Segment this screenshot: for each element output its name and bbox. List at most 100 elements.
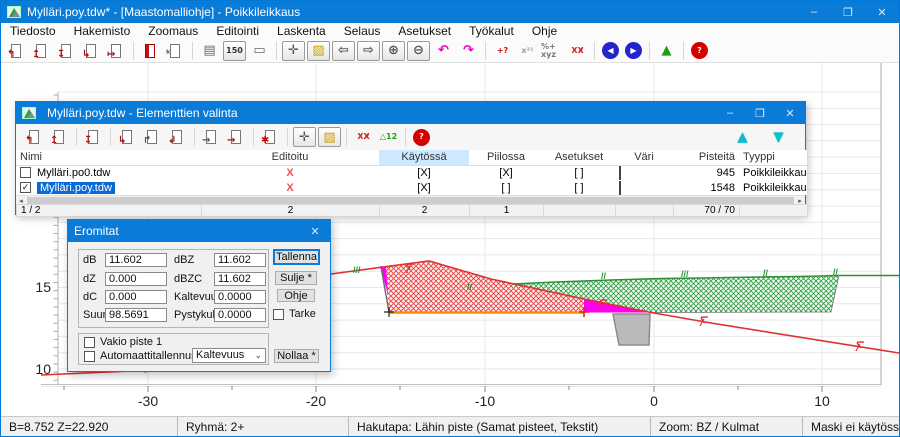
row2-checkbox[interactable]: ✓ [20, 182, 31, 193]
menu-zoomaus[interactable]: Zoomaus [139, 24, 207, 38]
eromitat-close-button[interactable]: ✕ [300, 220, 330, 242]
elem-save-icon[interactable]: ↧ [82, 127, 105, 147]
col-piilossa[interactable]: Piilossa [469, 150, 543, 165]
help-icon[interactable]: ? [691, 42, 708, 59]
file-write-icon[interactable]: ↦ [105, 41, 128, 61]
vakio-checkbox[interactable] [84, 337, 95, 348]
menu-laskenta[interactable]: Laskenta [268, 24, 335, 38]
table-row[interactable]: ✓Mylläri.poy.tdw X [X] [ ] [ ] 1548 Poik… [16, 180, 807, 195]
zoom-in-icon[interactable]: ⊕ [382, 41, 405, 61]
zoom-out-icon[interactable]: ⊖ [407, 41, 430, 61]
zoom-extents-icon[interactable]: ✛ [282, 41, 305, 61]
table-row[interactable]: Mylläri.po0.tdw X [X] [X] [ ] 945 Poikki… [16, 165, 807, 180]
volume-model-icon[interactable]: ▲ [655, 41, 678, 61]
menu-tiedosto[interactable]: Tiedosto [1, 24, 65, 38]
screen-editor-icon[interactable]: ▨ [318, 127, 341, 147]
file-save-icon[interactable]: ↧ [55, 41, 78, 61]
tarke-checkbox[interactable] [273, 309, 284, 320]
field-db[interactable]: 11.602 [105, 253, 167, 267]
eromitat-titlebar[interactable]: Eromitat ✕ [68, 220, 330, 242]
elem-remove-icon[interactable]: ↲ [166, 127, 189, 147]
print-icon[interactable]: ▤ [198, 41, 221, 61]
maximize-button[interactable]: ❐ [831, 1, 865, 23]
scroll-left-icon[interactable]: ◂ [16, 196, 26, 205]
row1-name[interactable]: Mylläri.po0.tdw [37, 167, 110, 179]
file-close-icon[interactable] [139, 41, 162, 61]
undo-icon[interactable]: ↶ [432, 41, 455, 61]
auto-checkbox-row[interactable]: Automaattitallennus [84, 350, 197, 362]
zoom-window-icon[interactable]: ▨ [307, 41, 330, 61]
row1-checkbox[interactable] [20, 167, 31, 178]
menu-ohje[interactable]: Ohje [523, 24, 566, 38]
menu-editointi[interactable]: Editointi [207, 24, 268, 38]
row1-kaytossa[interactable]: [X] [379, 165, 469, 180]
menu-selaus[interactable]: Selaus [335, 24, 390, 38]
elem-new-icon[interactable]: ✱ [259, 127, 282, 147]
tarke-checkbox-row[interactable]: Tarke [273, 308, 316, 320]
elem-copy-icon[interactable]: ↳ [116, 127, 139, 147]
tallenna-button[interactable]: Tallenna [273, 249, 320, 265]
row2-editoitu[interactable]: X [201, 180, 379, 195]
row1-piilossa[interactable]: [X] [469, 165, 543, 180]
file-new-icon[interactable]: ᵏ [164, 41, 187, 61]
ohje-button[interactable]: Ohje [277, 289, 315, 302]
vakio-checkbox-row[interactable]: Vakio piste 1 [84, 336, 162, 348]
coords-xyz-icon[interactable]: %+ xyz [541, 41, 564, 61]
col-nimi[interactable]: Nimi [16, 150, 201, 165]
field-dc[interactable]: 0.000 [105, 290, 167, 304]
col-pisteita[interactable]: Pisteitä [673, 150, 739, 165]
row1-color-swatch[interactable] [619, 166, 621, 180]
file-add-icon[interactable]: ↥ [30, 41, 53, 61]
scale-150-icon[interactable]: 150 [223, 41, 246, 61]
menu-asetukset[interactable]: Asetukset [389, 24, 460, 38]
horizontal-scrollbar[interactable]: ◂ ▸ [16, 195, 805, 204]
row2-piilossa[interactable]: [ ] [469, 180, 543, 195]
check-codes-icon[interactable]: XX̷ [352, 127, 375, 147]
col-kaytossa[interactable]: Käytössä [379, 150, 469, 165]
scroll-right-icon[interactable]: ▸ [795, 196, 805, 205]
pan-left-icon[interactable]: ⇦ [332, 41, 355, 61]
field-kaltevuus[interactable]: 0.0000 [214, 290, 266, 304]
file-save-as-icon[interactable]: ↳ [80, 41, 103, 61]
scale-f12-icon[interactable]: △12 [377, 127, 400, 147]
sulje-button[interactable]: Sulje * [275, 271, 317, 285]
next-section-icon[interactable]: ▶ [625, 42, 642, 59]
elements-dialog-titlebar[interactable]: Mylläri.poy.tdw - Elementtien valinta – … [16, 102, 805, 124]
row2-kaytossa[interactable]: [X] [379, 180, 469, 195]
row1-asetukset[interactable]: [ ] [543, 165, 615, 180]
dialog-close-button[interactable]: ✕ [775, 102, 805, 124]
redo-icon[interactable]: ↷ [457, 41, 480, 61]
fit-view-icon[interactable]: ✛ [293, 127, 316, 147]
menu-hakemisto[interactable]: Hakemisto [65, 24, 140, 38]
row2-color-swatch[interactable] [619, 181, 621, 195]
dialog-minimize-button[interactable]: – [715, 102, 745, 124]
dialog-maximize-button[interactable]: ❐ [745, 102, 775, 124]
scrollbar-thumb[interactable] [27, 197, 794, 204]
col-editoitu[interactable]: Editoitu [201, 150, 379, 165]
field-dz[interactable]: 0.000 [105, 272, 167, 286]
fit-page-icon[interactable]: ▭ [248, 41, 271, 61]
field-dbzc[interactable]: 11.602 [214, 272, 266, 286]
field-suunta[interactable]: 98.5691 [105, 308, 167, 322]
file-read-icon[interactable]: ↰ [5, 41, 28, 61]
elem-add-icon[interactable]: ↥ [48, 127, 71, 147]
help-icon[interactable]: ? [413, 129, 430, 146]
elem-duplicate-icon[interactable]: ↱ [141, 127, 164, 147]
move-up-icon[interactable]: ▲ [731, 127, 754, 147]
elem-forward-icon[interactable]: → [200, 127, 223, 147]
move-down-icon[interactable]: ▼ [767, 127, 790, 147]
kaltevuus-dropdown[interactable]: Kaltevuus ⌄ [192, 348, 266, 363]
field-dbz[interactable]: 11.602 [214, 253, 266, 267]
add-query-icon[interactable]: +? [491, 41, 514, 61]
auto-checkbox[interactable] [84, 351, 95, 362]
check-codes-icon[interactable]: XX̷ [566, 41, 589, 61]
row2-asetukset[interactable]: [ ] [543, 180, 615, 195]
close-button[interactable]: ✕ [865, 1, 899, 23]
col-tyyppi[interactable]: Tyyppi [739, 150, 807, 165]
col-asetukset[interactable]: Asetukset [543, 150, 615, 165]
row1-editoitu[interactable]: X [201, 165, 379, 180]
measure-x21-icon[interactable]: x²¹ [516, 41, 539, 61]
minimize-button[interactable]: – [797, 1, 831, 23]
field-pystykulma[interactable]: 0.0000 [214, 308, 266, 322]
prev-section-icon[interactable]: ◀ [602, 42, 619, 59]
